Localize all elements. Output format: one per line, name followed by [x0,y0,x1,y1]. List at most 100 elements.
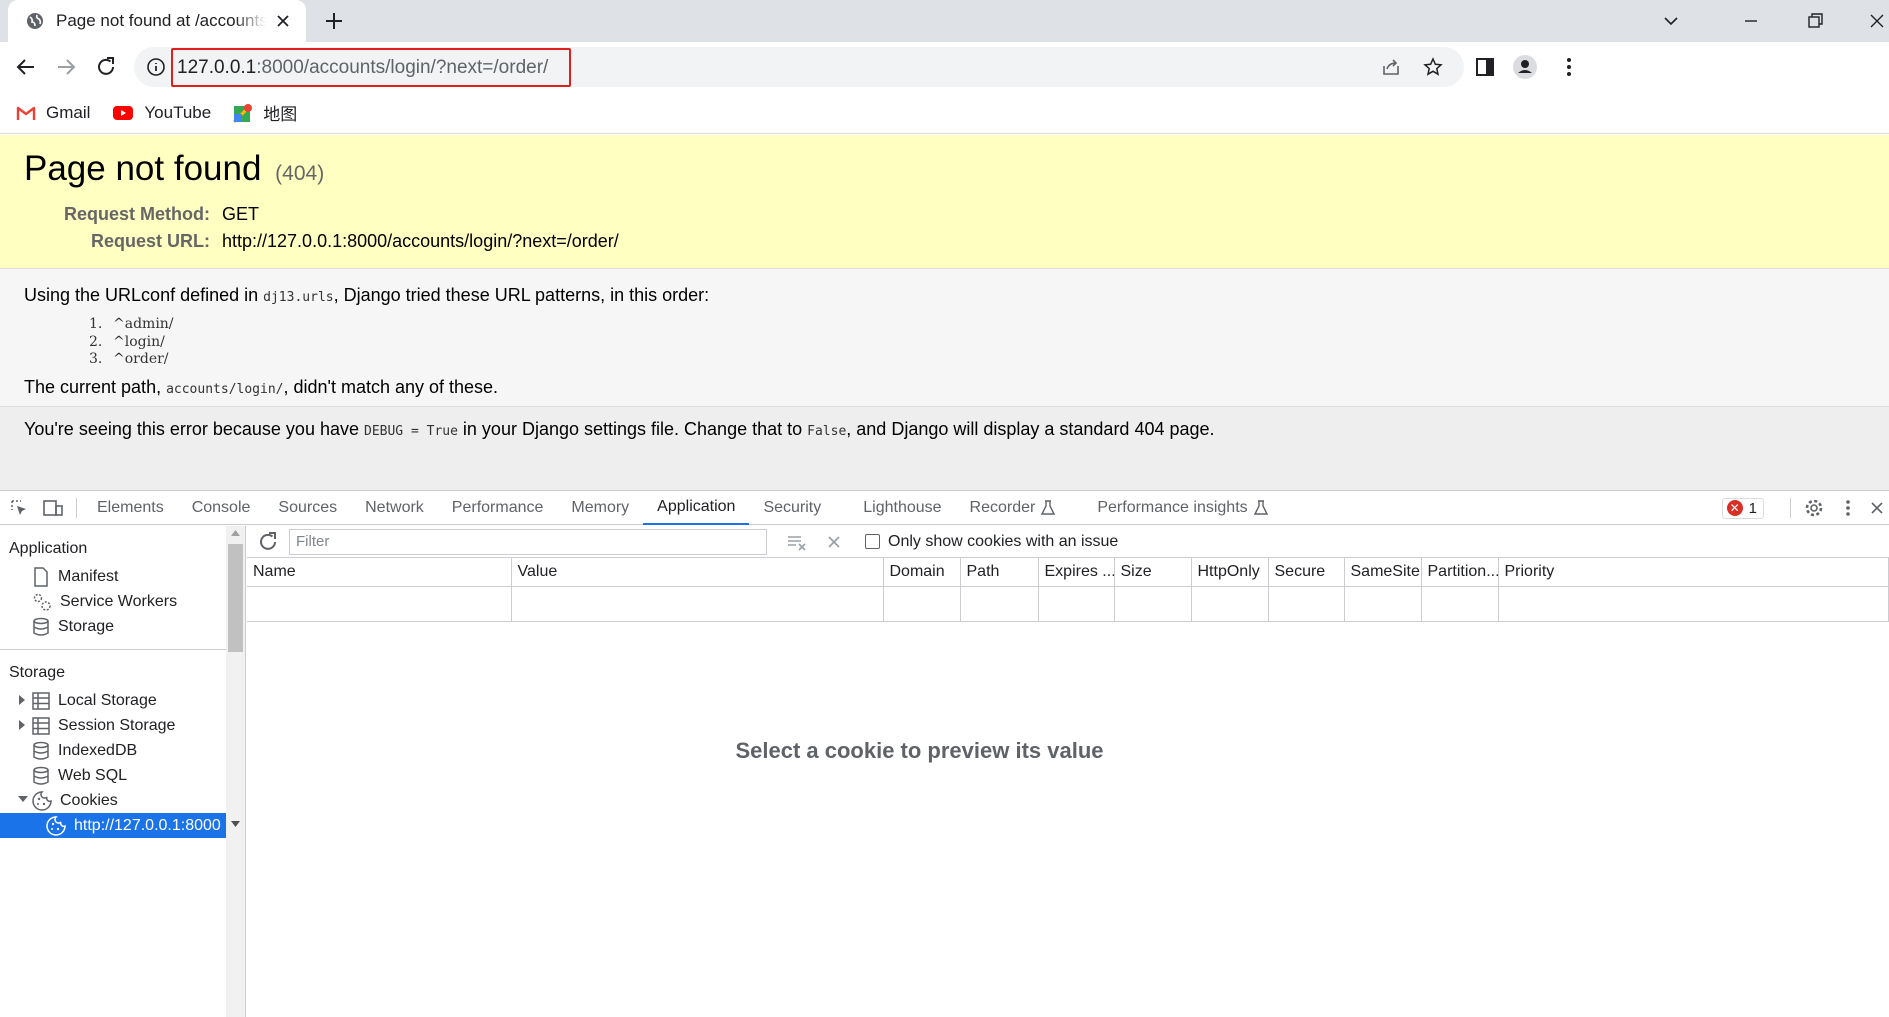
scroll-up-icon[interactable] [231,530,240,536]
filter-input[interactable] [289,528,767,555]
sidebar-item-session-storage[interactable]: Session Storage [0,713,245,738]
reload-icon[interactable] [93,54,119,80]
database-icon [33,766,49,785]
scrollbar-thumb[interactable] [228,544,243,652]
column-header-samesite[interactable]: SameSite [1344,558,1422,587]
browser-menu-icon[interactable] [1556,54,1582,80]
settings-gear-icon[interactable] [1797,491,1831,525]
tab-recorder[interactable]: Recorder [956,491,1070,525]
table-cell [1498,586,1889,622]
tab-performance[interactable]: Performance [438,491,558,525]
refresh-icon[interactable] [257,531,279,553]
cookies-pane: Only show cookies with an issue Name Val… [247,526,1889,1017]
tab-elements[interactable]: Elements [83,491,178,525]
url-host: 127.0.0.1 [177,56,257,78]
tab-performance-insights[interactable]: Performance insights [1083,491,1281,525]
expl-part: , and Django will display a standard 404… [846,419,1215,439]
urlconf-after: , Django tried these URL patterns, in th… [333,285,710,305]
request-url-value: http://127.0.0.1:8000/accounts/login/?ne… [222,231,619,251]
devtools-menu-icon[interactable] [1831,491,1865,525]
cookies-table: Name Value Domain Path Expires ... Size … [247,558,1889,622]
bookmark-gmail[interactable]: Gmail [16,103,90,123]
close-devtools-icon[interactable] [1865,491,1889,525]
tab-strip: Page not found at /accounts/login/ [0,0,1889,42]
tab-application[interactable]: Application [643,491,750,525]
tab-title: Page not found at /accounts/login/ [56,11,266,30]
column-header-size[interactable]: Size [1114,558,1192,587]
column-header-httponly[interactable]: HttpOnly [1191,558,1269,587]
bookmark-maps[interactable]: 地图 [233,100,297,125]
sidebar-item-cookies[interactable]: Cookies [0,788,245,813]
close-tab-icon[interactable] [274,12,292,30]
close-window-icon[interactable] [1866,10,1888,32]
expand-triangle-icon[interactable] [18,720,26,730]
bookmark-star-icon[interactable] [1422,56,1444,78]
collapse-triangle-icon[interactable] [18,795,28,803]
scroll-down-icon[interactable] [231,821,240,827]
column-header-name[interactable]: Name [247,558,512,587]
back-icon[interactable] [13,54,39,80]
restore-icon[interactable] [1804,10,1826,32]
sidebar-scrollbar[interactable] [226,526,245,1017]
column-header-expires[interactable]: Expires ... [1038,558,1115,587]
share-icon[interactable] [1380,56,1402,78]
table-cell [960,586,1039,622]
column-header-path[interactable]: Path [960,558,1039,587]
current-path: accounts/login/ [166,381,284,397]
browser-tab[interactable]: Page not found at /accounts/login/ [8,0,306,42]
sidebar-item-cookie-origin[interactable]: http://127.0.0.1:8000 [0,813,227,838]
tab-sources[interactable]: Sources [264,491,351,525]
sidebar-item-label: IndexedDB [58,741,138,759]
sidebar-item-storage-overview[interactable]: Storage [0,614,245,639]
only-issue-checkbox[interactable] [865,534,880,549]
tab-recorder-label: Recorder [969,498,1036,516]
delete-selected-icon[interactable] [827,535,841,549]
urlconf-before: Using the URLconf defined in [24,285,264,305]
column-header-domain[interactable]: Domain [883,558,961,587]
expand-triangle-icon[interactable] [18,695,26,705]
tab-security[interactable]: Security [749,491,835,525]
device-toolbar-icon[interactable] [36,491,70,525]
tab-lighthouse[interactable]: Lighthouse [849,491,955,525]
profile-avatar-icon[interactable] [1512,54,1538,80]
minimize-icon[interactable] [1740,10,1762,32]
new-tab-icon[interactable] [322,9,346,33]
page-title: Page not found (404) [24,149,1865,189]
request-url-row: Request URL: http://127.0.0.1:8000/accou… [24,228,1865,255]
forward-icon[interactable] [53,54,79,80]
table-header-row: Name Value Domain Path Expires ... Size … [247,558,1889,587]
inspect-element-icon[interactable] [2,491,36,525]
sidebar-item-local-storage[interactable]: Local Storage [0,688,245,713]
expl-part: in your Django settings file. Change tha… [457,419,808,439]
address-bar[interactable]: 127.0.0.1:8000/accounts/login/?next=/ord… [134,47,1464,87]
sidebar-item-service-workers[interactable]: Service Workers [0,589,245,614]
table-grid-icon [32,716,50,735]
page-title-text: Page not found [24,149,262,188]
table-row[interactable] [247,586,1889,622]
column-header-value[interactable]: Value [511,558,884,587]
table-cell [883,586,961,622]
tab-memory[interactable]: Memory [557,491,643,525]
url-highlight[interactable]: 127.0.0.1:8000/accounts/login/?next=/ord… [171,48,571,87]
tab-network[interactable]: Network [351,491,438,525]
column-header-secure[interactable]: Secure [1268,558,1345,587]
clear-all-icon[interactable] [787,533,807,551]
youtube-icon [113,105,134,120]
bookmark-label: 地图 [263,105,298,124]
site-info-icon[interactable] [146,57,166,77]
tab-search-icon[interactable] [1660,10,1682,32]
urlconf-module: dj13.urls [263,290,334,305]
url-pattern: 2. ^login/ [89,334,1865,352]
sidebar-item-manifest[interactable]: Manifest [0,564,245,589]
issues-error-badge[interactable]: ✕ 1 [1721,497,1764,519]
sidebar-item-indexeddb[interactable]: IndexedDB [0,738,245,763]
column-header-priority[interactable]: Priority [1498,558,1889,587]
gmail-icon [16,106,36,120]
bookmark-youtube[interactable]: YouTube [112,103,211,123]
column-header-partition[interactable]: Partition... [1421,558,1499,587]
sidebar-item-web-sql[interactable]: Web SQL [0,763,245,788]
devtools-panel: Elements Console Sources Network Perform… [0,490,1889,1017]
tab-console[interactable]: Console [178,491,265,525]
side-panel-icon[interactable] [1472,54,1498,80]
sidebar-item-label: Web SQL [58,766,128,784]
